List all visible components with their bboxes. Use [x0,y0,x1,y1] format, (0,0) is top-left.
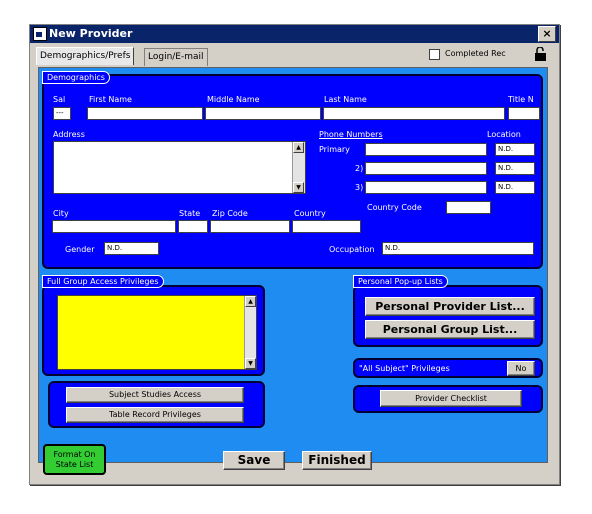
location-1-select[interactable]: N.D. [495,143,535,156]
address-textarea[interactable] [53,141,306,194]
country-code-label: Country Code [367,203,422,212]
primary-label: Primary [319,145,350,154]
title-n-input[interactable] [508,107,540,120]
app-icon [33,27,47,41]
personal-lists-title: Personal Pop-up Lists [353,275,448,288]
middle-name-input[interactable] [205,107,321,120]
personal-group-list-button[interactable]: Personal Group List... [365,320,535,339]
all-subject-toggle[interactable]: No [507,361,535,376]
phone-numbers-label: Phone Numbers [319,130,383,139]
scroll-up-arrow-icon[interactable]: ▲ [293,142,304,153]
city-label: City [53,209,69,218]
provider-checklist-button[interactable]: Provider Checklist [380,390,522,407]
country-code-input[interactable] [446,201,491,214]
gender-select[interactable]: N.D. [104,242,159,255]
phone-3-input[interactable] [365,181,487,194]
completed-rec-label: Completed Rec [445,49,506,58]
format-on-label: Format On [53,450,96,459]
close-button[interactable]: × [538,26,556,42]
gender-label: Gender [65,245,95,254]
phone-3-label: 3) [355,183,364,192]
group-access-title: Full Group Access Privileges [42,275,164,288]
format-on-state-list-button[interactable]: Format On State List [43,444,106,475]
main-form-area: Demographics Sal First Name Middle Name … [38,67,548,463]
last-name-label: Last Name [324,95,367,104]
primary-phone-input[interactable] [365,143,487,156]
personal-provider-list-button[interactable]: Personal Provider List... [365,297,535,316]
location-2-select[interactable]: N.D. [495,162,535,175]
country-input[interactable] [292,220,361,233]
zip-code-input[interactable] [210,220,290,233]
window-title: New Provider [49,27,133,40]
completed-rec-checkbox[interactable] [429,49,440,60]
title-bar[interactable]: New Provider × [30,25,559,43]
tab-login-email[interactable]: Login/E-mail [144,48,208,66]
first-name-label: First Name [89,95,132,104]
occupation-select[interactable]: N.D. [382,242,534,255]
occupation-label: Occupation [329,245,375,254]
unlock-icon[interactable] [534,47,547,61]
all-subject-label: "All Subject" Privileges [359,364,450,373]
new-provider-window: New Provider × Demographics/Prefs Login/… [29,24,560,485]
address-scrollbar[interactable]: ▲ ▼ [292,142,305,193]
save-button[interactable]: Save [223,451,285,470]
scroll-up-arrow-icon[interactable]: ▲ [245,296,256,307]
zip-code-label: Zip Code [212,209,248,218]
table-record-privileges-button[interactable]: Table Record Privileges [66,407,244,423]
subject-studies-access-button[interactable]: Subject Studies Access [66,387,244,403]
state-list-label: State List [55,460,94,469]
demographics-title: Demographics [42,71,110,84]
scroll-down-arrow-icon[interactable]: ▼ [293,182,304,193]
city-input[interactable] [52,220,176,233]
scroll-down-arrow-icon[interactable]: ▼ [245,358,256,369]
group-access-scrollbar[interactable]: ▲ ▼ [244,296,256,369]
state-input[interactable] [178,220,208,233]
middle-name-label: Middle Name [207,95,260,104]
finished-button[interactable]: Finished [302,451,372,470]
country-label: Country [294,209,326,218]
last-name-input[interactable] [323,107,505,120]
phone-2-label: 2) [355,164,364,173]
sal-label: Sal [53,95,66,104]
group-access-list[interactable] [57,295,257,370]
first-name-input[interactable] [87,107,203,120]
title-n-label: Title N [508,95,534,104]
location-label: Location [487,130,521,139]
phone-2-input[interactable] [365,162,487,175]
address-label: Address [53,130,85,139]
sal-select[interactable]: --- [53,107,71,120]
state-label: State [179,209,201,218]
location-3-select[interactable]: N.D. [495,181,535,194]
tab-demographics[interactable]: Demographics/Prefs [36,47,135,65]
